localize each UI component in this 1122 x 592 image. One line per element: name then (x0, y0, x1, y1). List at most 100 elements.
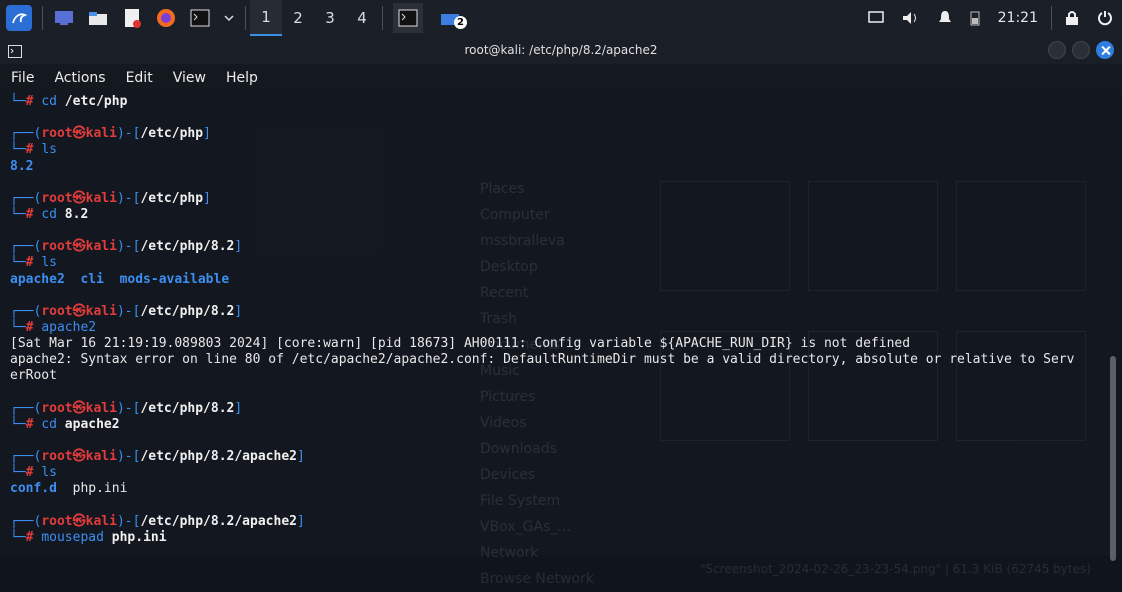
terminal-line: └─# ls (10, 142, 1105, 158)
command-name: cd (41, 94, 57, 109)
prompt-decoration: ┌──( (10, 449, 42, 465)
prompt-decoration: )-[ (116, 303, 141, 319)
background-sidebar-item: Browse Network (480, 571, 594, 587)
command-name: ls (41, 142, 57, 158)
prompt-decoration: ] (203, 126, 211, 142)
prompt-decoration: └─ (10, 255, 26, 271)
maximize-button[interactable] (1072, 41, 1090, 59)
prompt-decoration: )-[ (116, 513, 141, 529)
firefox-icon[interactable] (155, 7, 177, 29)
text-editor-icon[interactable] (121, 7, 143, 29)
prompt-at: ㉿ (72, 239, 86, 255)
command-argument: apache2 (64, 416, 120, 432)
terminal-line: ┌──(root㉿kali)-[/etc/php/8.2] (10, 401, 1105, 417)
title-bar[interactable]: root@kali: /etc/php/8.2/apache2 (0, 36, 1122, 64)
close-button[interactable] (1096, 41, 1114, 59)
clock[interactable]: 21:21 (998, 10, 1038, 26)
terminal-line: ┌──(root㉿kali)-[/etc/php/8.2] (10, 239, 1105, 255)
task-thunar[interactable]: 2 (435, 7, 467, 29)
prompt-decoration: ] (234, 400, 243, 416)
prompt-hash: # (25, 416, 42, 432)
terminal-line: └─# mousepad php.ini (10, 530, 1105, 546)
task-terminal[interactable] (393, 3, 423, 33)
workspace-3[interactable]: 3 (314, 0, 346, 36)
lock-icon[interactable] (1065, 10, 1079, 26)
workspace-4[interactable]: 4 (346, 0, 378, 36)
prompt-decoration: └─ (10, 142, 26, 158)
prompt-user: root (41, 449, 73, 465)
command-name: mousepad (41, 529, 104, 545)
bell-icon[interactable] (938, 10, 952, 26)
menu-help[interactable]: Help (223, 70, 261, 86)
menu-file[interactable]: File (8, 70, 37, 86)
prompt-hash: # (25, 94, 42, 109)
folder-icon[interactable] (87, 7, 109, 29)
command-argument: 8.2 (64, 206, 89, 222)
terminal-line: └─# ls (10, 255, 1105, 271)
prompt-user: root (41, 126, 73, 142)
prompt-hash: # (25, 206, 42, 222)
command-name: ls (41, 255, 57, 271)
prompt-decoration: ] (234, 303, 243, 319)
volume-icon[interactable] (902, 11, 920, 25)
prompt-path: /etc/php (140, 126, 204, 142)
prompt-decoration: └─ (10, 529, 26, 545)
prompt-decoration: ┌──( (10, 303, 42, 319)
output-text: apache2 cli mods-available (10, 271, 230, 287)
menu-edit[interactable]: Edit (123, 70, 156, 86)
terminal-line: [Sat Mar 16 21:19:19.089803 2024] [core:… (10, 336, 1105, 352)
terminal-line: └─# cd apache2 (10, 417, 1105, 433)
prompt-hash: # (25, 255, 42, 271)
menu-actions[interactable]: Actions (51, 70, 108, 86)
prompt-decoration: ] (296, 449, 305, 465)
terminal-window: root@kali: /etc/php/8.2/apache2 File Act… (0, 36, 1122, 587)
workspace-1[interactable]: 1 (250, 0, 282, 36)
prompt-decoration: └─ (10, 94, 26, 109)
prompt-host: kali (85, 400, 117, 416)
terminal-line: erRoot (10, 368, 1105, 384)
menu-view[interactable]: View (170, 70, 209, 86)
task-count-badge: 2 (454, 16, 467, 29)
desktop-icon[interactable] (53, 7, 75, 29)
screen-icon[interactable] (867, 11, 884, 25)
prompt-decoration: )-[ (116, 239, 141, 255)
background-status-bar: "Screenshot_2024-02-26_23-23-54.png" | 6… (700, 562, 1091, 576)
prompt-user: root (41, 400, 73, 416)
kali-dragon-icon[interactable] (6, 5, 32, 31)
prompt-user: root (41, 190, 73, 206)
prompt-decoration: ┌──( (10, 126, 42, 142)
output-text: apache2: Syntax error on line 80 of /etc… (10, 352, 1075, 368)
prompt-decoration: └─ (10, 319, 26, 335)
taskbar: 1 2 3 4 2 21:21 (0, 0, 1122, 36)
prompt-user: root (41, 303, 73, 319)
power-icon[interactable] (1097, 10, 1113, 26)
prompt-hash: # (25, 319, 42, 335)
prompt-decoration: ┌──( (10, 239, 42, 255)
minimize-button[interactable] (1048, 41, 1066, 59)
scrollbar[interactable] (1110, 356, 1116, 561)
prompt-decoration: └─ (10, 416, 26, 432)
output-text: 8.2 (10, 158, 34, 174)
prompt-path: /etc/php/8.2/apache2 (140, 449, 297, 465)
output-text: [Sat Mar 16 21:19:19.089803 2024] [core:… (10, 336, 911, 352)
prompt-hash: # (25, 142, 42, 158)
chevron-down-icon[interactable] (223, 7, 235, 29)
output-text: erRoot (10, 368, 57, 384)
workspace-2[interactable]: 2 (282, 0, 314, 36)
battery-icon[interactable] (970, 10, 980, 26)
terminal-line: conf.d php.ini (10, 481, 1105, 497)
command-name: ls (41, 465, 57, 481)
terminal-output[interactable]: └─# cd /etc/php ┌──(root㉿kali)-[/etc/php]… (10, 94, 1105, 546)
terminal-icon[interactable] (189, 7, 211, 29)
prompt-user: root (41, 513, 73, 529)
prompt-at: ㉿ (72, 449, 86, 465)
prompt-decoration: )-[ (116, 190, 141, 206)
prompt-decoration: ┌──( (10, 190, 42, 206)
